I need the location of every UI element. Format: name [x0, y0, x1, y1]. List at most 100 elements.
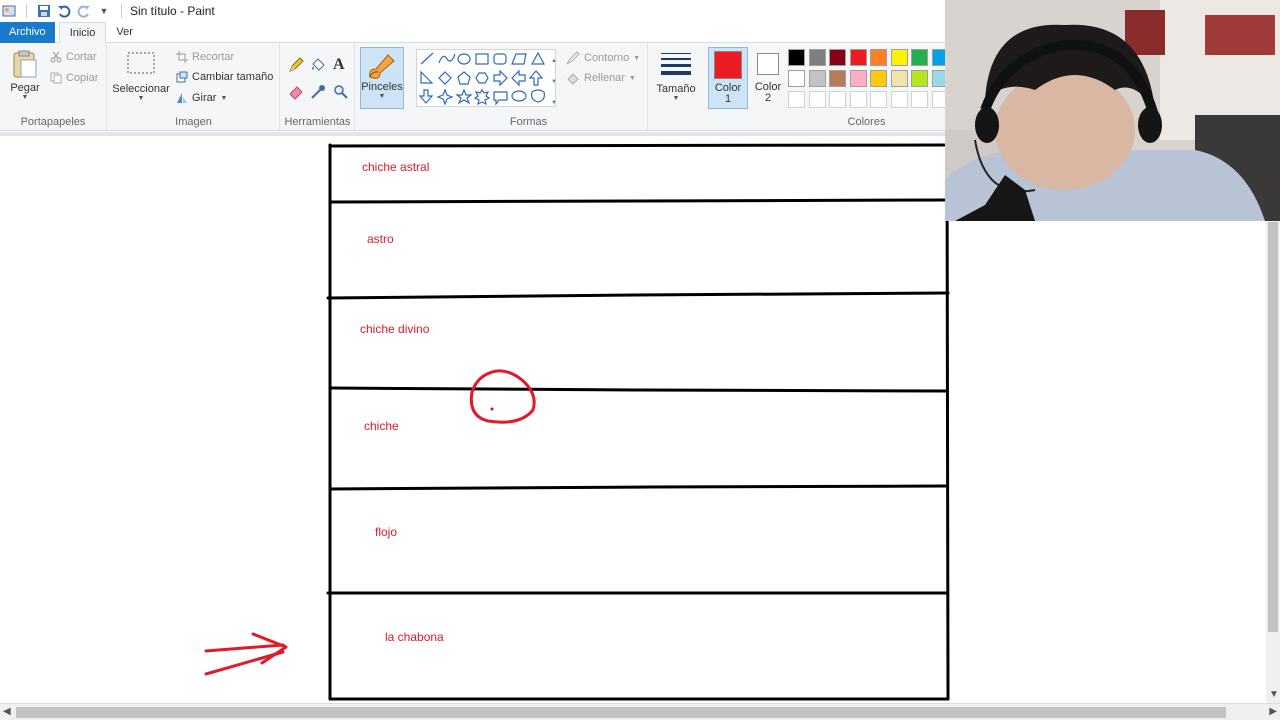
outline-dropdown-icon: ▼: [633, 54, 641, 62]
palette-swatch[interactable]: [808, 49, 826, 66]
paint-app-icon: [2, 4, 16, 18]
color1-button[interactable]: Color 1: [708, 47, 748, 109]
crop-label: Recortar: [192, 51, 235, 63]
palette-swatch[interactable]: [849, 91, 867, 108]
palette-swatch[interactable]: [890, 49, 908, 66]
resize-icon: [176, 71, 188, 83]
palette-swatch[interactable]: [849, 49, 867, 66]
scroll-right-icon[interactable]: ▶: [1269, 706, 1277, 717]
webcam-overlay: [945, 0, 1280, 221]
brushes-label: Pinceles: [361, 81, 403, 93]
row-divider: [326, 291, 950, 300]
row-label: chiche: [364, 419, 399, 433]
size-group: Tamaño ▼: [649, 43, 703, 131]
outline-label: Contorno: [584, 52, 630, 64]
palette-swatch[interactable]: [829, 70, 846, 87]
pencil-icon[interactable]: [288, 57, 304, 73]
color1-number: 1: [724, 93, 732, 105]
vertical-scroll-thumb[interactable]: [1268, 222, 1278, 632]
table-right-line: [945, 143, 950, 701]
eraser-icon[interactable]: [288, 84, 304, 100]
copy-icon: [50, 72, 62, 84]
resize-button[interactable]: Cambiar tamaño: [176, 71, 273, 83]
row-label: chiche astral: [362, 160, 430, 174]
palette-swatch[interactable]: [808, 91, 826, 108]
row-label: la chabona: [385, 630, 444, 644]
tools-group: A Herramientas: [281, 43, 355, 131]
svg-text:▲: ▲: [551, 58, 557, 64]
scroll-left-icon[interactable]: ◀: [3, 706, 11, 717]
rotate-button[interactable]: Girar ▼: [176, 92, 227, 104]
palette-swatch[interactable]: [788, 49, 805, 66]
palette-swatch[interactable]: [911, 70, 928, 87]
color-picker-icon[interactable]: [310, 84, 326, 100]
palette-swatch[interactable]: [829, 91, 846, 108]
resize-label: Cambiar tamaño: [192, 71, 274, 83]
size-button[interactable]: Tamaño ▼: [655, 51, 697, 102]
horizontal-scrollbar[interactable]: ◀ ▶: [0, 703, 1280, 720]
image-group: Seleccionar ▼ Recortar Cambiar tamaño Gi…: [108, 43, 280, 131]
palette-swatch[interactable]: [890, 91, 908, 108]
quick-access-toolbar: ▼: [0, 4, 126, 18]
cut-button[interactable]: Cortar: [50, 51, 97, 63]
paste-dropdown-icon: ▼: [21, 94, 29, 101]
horizontal-scroll-thumb[interactable]: [16, 707, 1226, 718]
color2-swatch: [757, 53, 779, 75]
tab-file[interactable]: Archivo: [0, 22, 55, 43]
magnifier-icon[interactable]: [333, 84, 349, 100]
shapes-group-label: Formas: [509, 116, 548, 128]
shapes-gallery[interactable]: ▲ ▼ ▼: [416, 49, 557, 107]
tab-home[interactable]: Inicio: [58, 22, 107, 43]
palette-swatch[interactable]: [911, 91, 928, 108]
redo-icon[interactable]: [77, 4, 91, 18]
outline-icon: [566, 51, 580, 65]
palette-swatch[interactable]: [870, 70, 887, 87]
select-button[interactable]: Seleccionar ▼: [112, 51, 170, 102]
palette-swatch[interactable]: [911, 49, 928, 66]
customize-toolbar-icon[interactable]: ▼: [97, 4, 111, 18]
fill-bucket-icon[interactable]: [310, 57, 326, 73]
fill-button[interactable]: Rellenar ▼: [566, 71, 636, 85]
webcam-person-image: [945, 0, 1280, 221]
crop-button[interactable]: Recortar: [176, 51, 234, 63]
drawing-canvas[interactable]: [0, 136, 1266, 703]
color2-button[interactable]: Color 2: [750, 50, 786, 104]
undo-icon[interactable]: [57, 4, 71, 18]
row-label: chiche divino: [360, 322, 430, 336]
palette-swatch[interactable]: [870, 91, 887, 108]
palette-swatch[interactable]: [829, 49, 846, 66]
brushes-button[interactable]: Pinceles ▼: [360, 47, 404, 109]
drawn-table: [326, 143, 950, 701]
cut-label: Cortar: [66, 51, 97, 63]
fill-dropdown-icon: ▼: [628, 74, 636, 82]
toolbar-divider: [121, 4, 122, 18]
tab-view[interactable]: Ver: [106, 22, 143, 43]
fill-shape-icon: [566, 71, 580, 85]
text-icon[interactable]: A: [333, 56, 345, 74]
palette-swatch[interactable]: [788, 91, 805, 108]
row-divider: [328, 484, 948, 491]
copy-button[interactable]: Copiar: [50, 72, 98, 84]
paste-button[interactable]: Pegar ▼: [6, 49, 44, 101]
palette-swatch[interactable]: [849, 70, 867, 87]
tools-group-label: Herramientas: [284, 116, 351, 128]
colors-group: Color 1 Color 2 Colores: [704, 43, 949, 131]
shapes-group: ▲ ▼ ▼ Contorno ▼ Rellenar ▼ Formas: [410, 43, 648, 131]
clipboard-group-label: Portapapeles: [20, 116, 86, 128]
scroll-down-icon[interactable]: ▼: [1269, 689, 1279, 700]
palette-swatch[interactable]: [870, 49, 887, 66]
rotate-label: Girar: [192, 92, 217, 104]
palette-swatch[interactable]: [808, 70, 826, 87]
color1-swatch: [714, 51, 742, 79]
outline-button[interactable]: Contorno ▼: [566, 51, 640, 65]
palette-swatch[interactable]: [890, 70, 908, 87]
window-title: Sin título - Paint: [130, 4, 215, 18]
brush-icon: [366, 51, 398, 81]
svg-text:▼: ▼: [551, 79, 557, 85]
palette-swatch[interactable]: [788, 70, 805, 87]
copy-label: Copiar: [66, 72, 99, 84]
save-icon[interactable]: [37, 4, 51, 18]
color2-number: 2: [764, 92, 772, 104]
row-label: astro: [367, 232, 394, 246]
fill-label: Rellenar: [584, 72, 625, 84]
